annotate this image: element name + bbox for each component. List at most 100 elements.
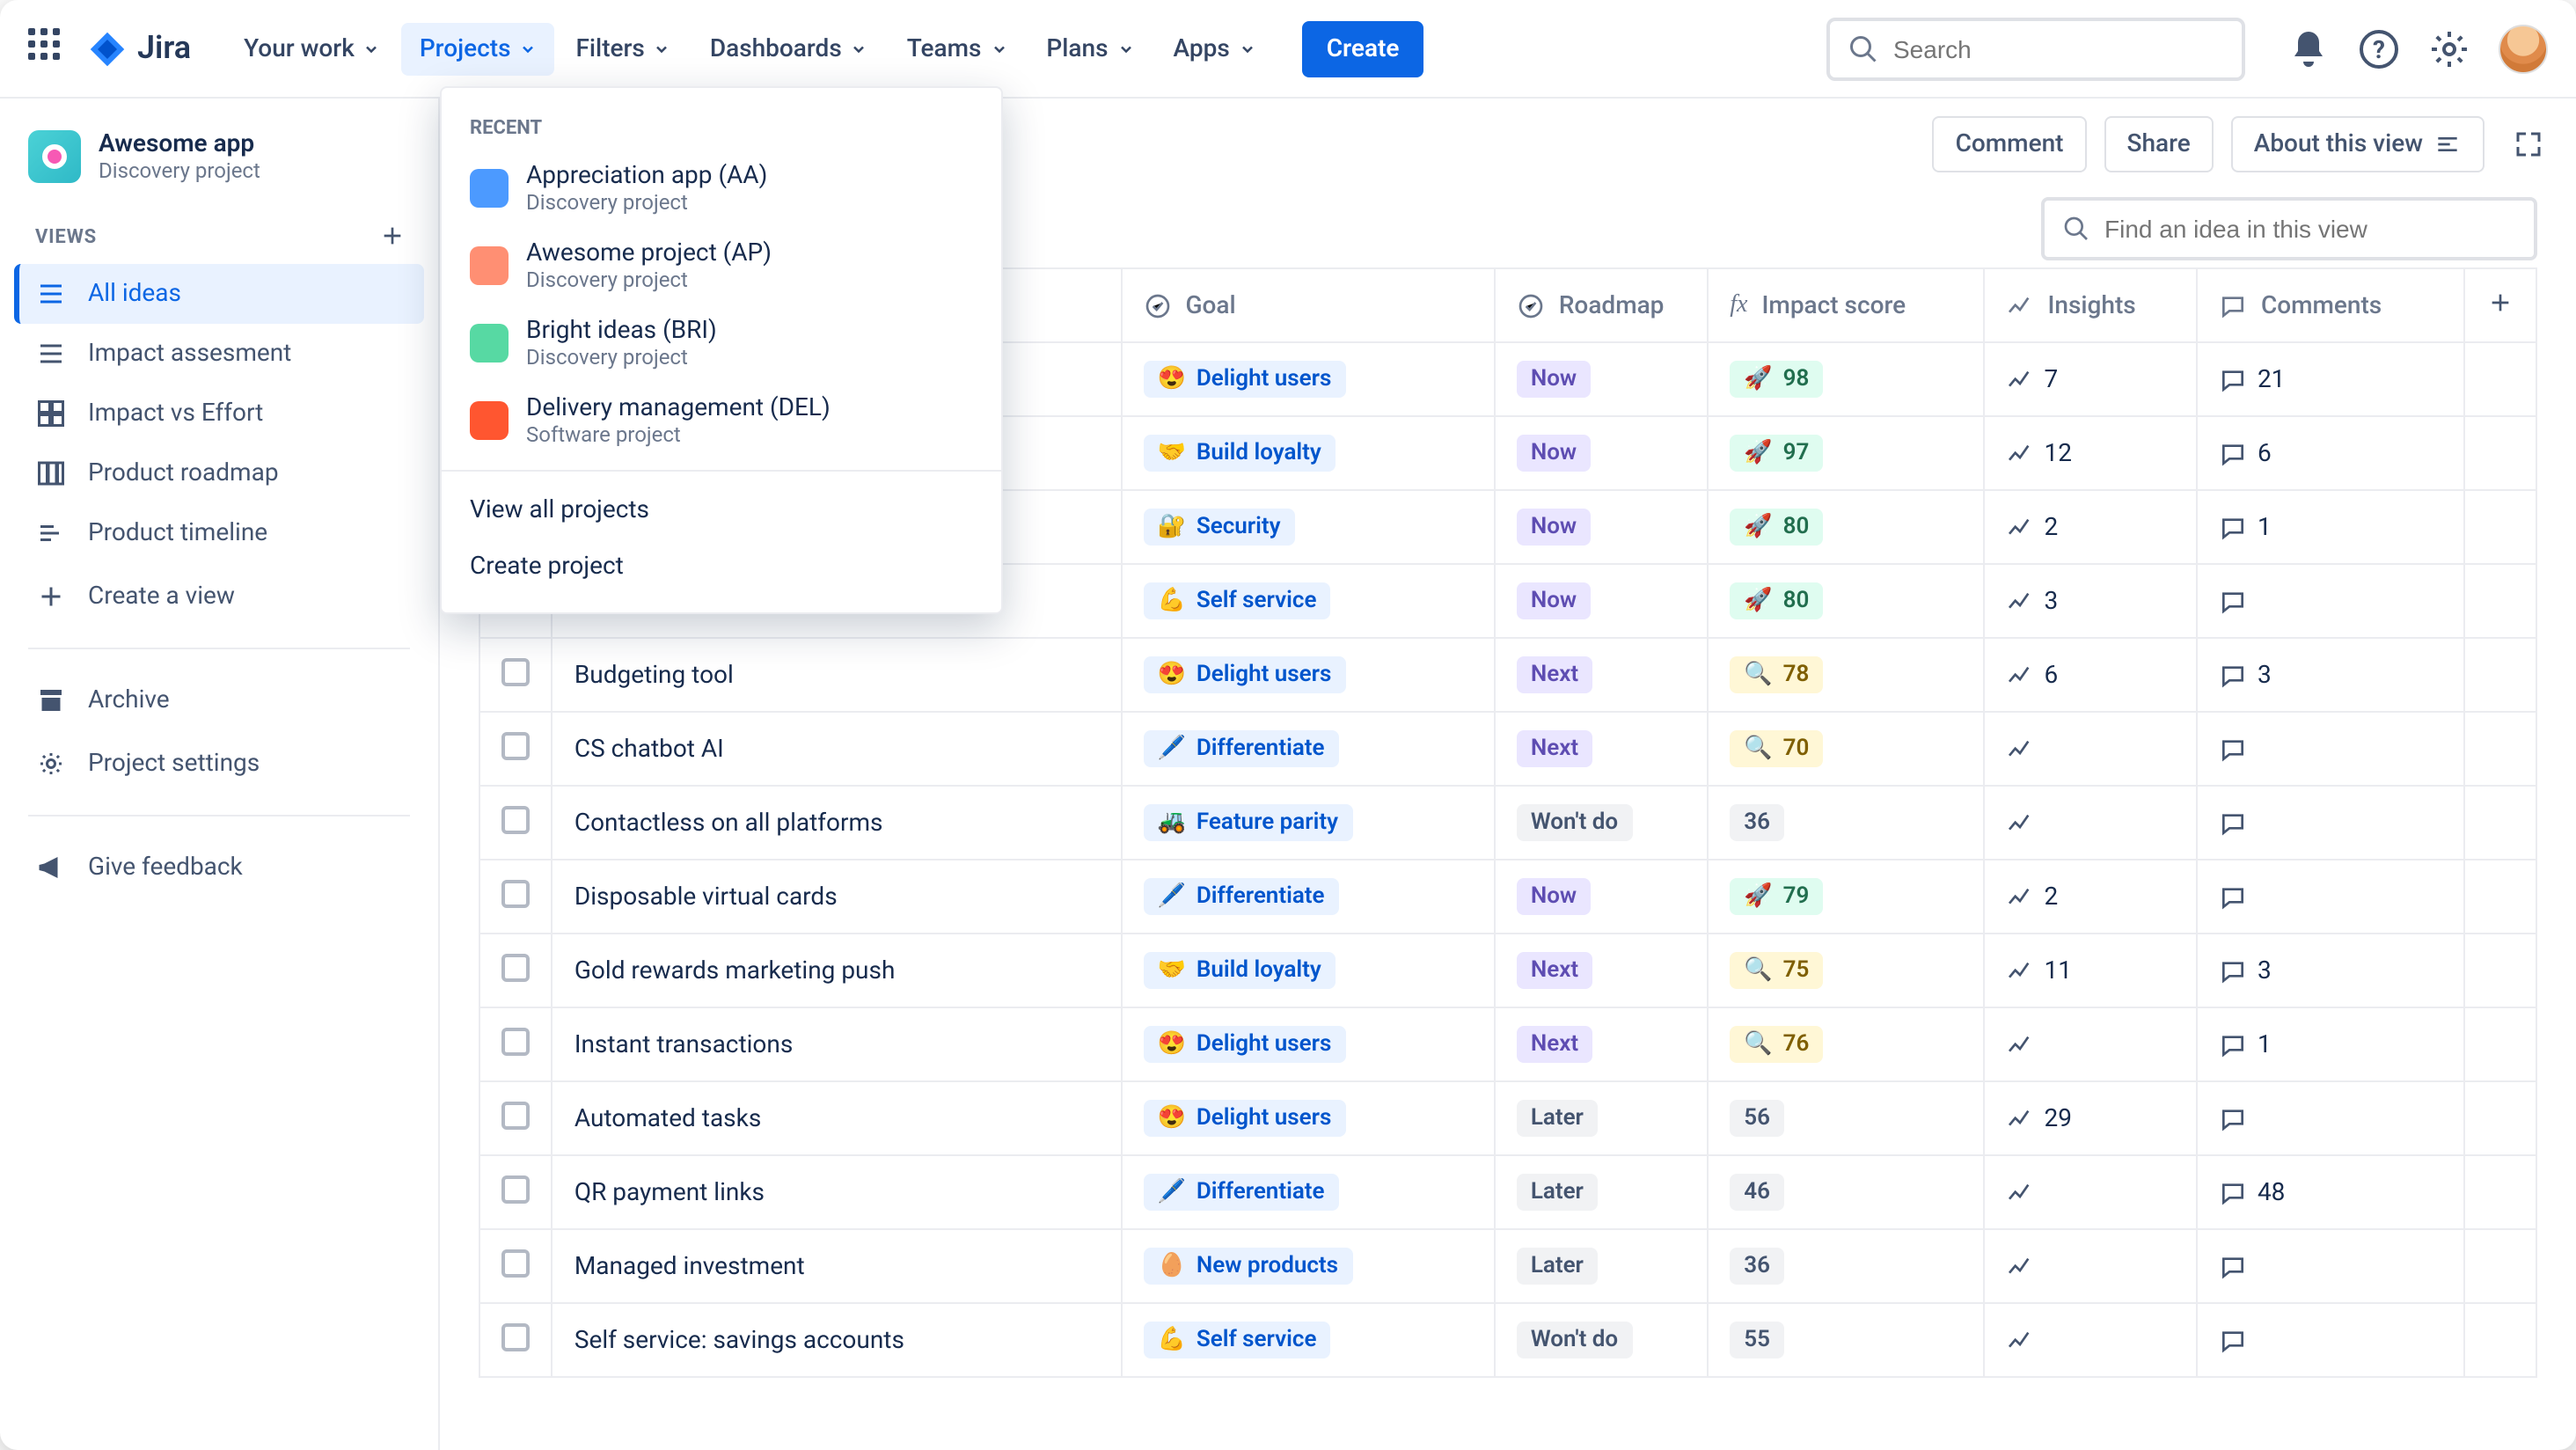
nav-dashboards[interactable]: Dashboards — [692, 22, 886, 75]
settings-icon[interactable] — [2428, 27, 2470, 70]
row-checkbox[interactable] — [501, 879, 530, 907]
sidebar-view-product-timeline[interactable]: Product timeline — [14, 503, 424, 563]
dropdown-project-item[interactable]: Bright ideas (BRI)Discovery project — [442, 304, 1001, 382]
roadmap-tag: Now — [1517, 509, 1591, 546]
impact-score: 🚀98 — [1730, 361, 1823, 398]
summary-text: CS chatbot AI — [574, 735, 724, 763]
row-checkbox[interactable] — [501, 1249, 530, 1277]
col-roadmap[interactable]: Roadmap — [1559, 291, 1665, 319]
create-button[interactable]: Create — [1302, 20, 1424, 77]
add-view-icon[interactable] — [378, 222, 406, 250]
add-column-icon[interactable] — [2486, 288, 2514, 316]
roadmap-tag: Now — [1517, 435, 1591, 472]
app-switcher-icon[interactable] — [28, 27, 70, 70]
col-insights[interactable]: Insights — [2047, 291, 2135, 319]
roadmap-tag: Next — [1517, 656, 1592, 693]
nav-projects[interactable]: Projects — [402, 22, 555, 75]
impact-score: 36 — [1730, 1248, 1784, 1285]
table-row[interactable]: Instant transactions😍Delight usersNext🔍7… — [479, 1007, 2536, 1081]
row-checkbox[interactable] — [501, 1175, 530, 1203]
nav-label: Teams — [907, 34, 982, 62]
expand-icon[interactable] — [2513, 128, 2544, 160]
find-input[interactable] — [2104, 215, 2516, 243]
comments-value: 1 — [2219, 513, 2441, 541]
table-row[interactable]: Automated tasks😍Delight usersLater5629 — [479, 1081, 2536, 1155]
sidebar-view-impact-vs-effort[interactable]: Impact vs Effort — [14, 384, 424, 443]
search-icon — [2062, 215, 2090, 243]
table-row[interactable]: Self service: savings accounts💪Self serv… — [479, 1303, 2536, 1377]
nav-apps[interactable]: Apps — [1156, 22, 1274, 75]
col-goal[interactable]: Goal — [1185, 291, 1235, 319]
nav-your-work[interactable]: Your work — [226, 22, 399, 75]
dropdown-project-item[interactable]: Delivery management (DEL)Software projec… — [442, 382, 1001, 459]
table-row[interactable]: Gold rewards marketing push🤝Build loyalt… — [479, 934, 2536, 1007]
table-row[interactable]: CS chatbot AI🖊️DifferentiateNext🔍70 — [479, 712, 2536, 786]
dropdown-item-subtitle: Software project — [526, 422, 831, 447]
table-row[interactable]: QR payment links🖊️DifferentiateLater4648 — [479, 1155, 2536, 1229]
sidebar-view-label: All ideas — [88, 280, 181, 308]
table-row[interactable]: Budgeting tool😍Delight usersNext🔍7863 — [479, 638, 2536, 712]
share-button[interactable]: Share — [2104, 116, 2214, 172]
dropdown-item-title: Awesome project (AP) — [526, 239, 772, 267]
sidebar-view-product-roadmap[interactable]: Product roadmap — [14, 443, 424, 503]
row-checkbox[interactable] — [501, 1101, 530, 1129]
table-row[interactable]: Contactless on all platforms🚜Feature par… — [479, 786, 2536, 860]
create-view-item[interactable]: Create a view — [14, 567, 424, 626]
notifications-icon[interactable] — [2287, 27, 2330, 70]
row-checkbox[interactable] — [501, 657, 530, 685]
insights-value: 2 — [2005, 513, 2174, 541]
search-input[interactable] — [1893, 34, 2224, 62]
nav-teams[interactable]: Teams — [889, 22, 1026, 75]
row-checkbox[interactable] — [501, 1322, 530, 1351]
goal-tag: 💪Self service — [1143, 1322, 1330, 1358]
archive-icon — [35, 685, 67, 716]
row-checkbox[interactable] — [501, 731, 530, 759]
goal-tag: 🤝Build loyalty — [1143, 952, 1335, 989]
give-feedback-label: Give feedback — [88, 853, 243, 882]
table-row[interactable]: Managed investment🥚New productsLater36 — [479, 1229, 2536, 1303]
view-icon — [35, 458, 67, 489]
help-icon[interactable]: ? — [2358, 27, 2400, 70]
comments-value — [2219, 882, 2441, 911]
comments-value — [2219, 1326, 2441, 1354]
nav-filters[interactable]: Filters — [559, 22, 689, 75]
insights-value: 12 — [2005, 439, 2174, 467]
nav-label: Projects — [420, 34, 511, 62]
roadmap-tag: Now — [1517, 361, 1591, 398]
insights-col-icon — [2005, 291, 2033, 319]
goal-tag: 🔐Security — [1143, 509, 1294, 546]
sidebar-view-all-ideas[interactable]: All ideas — [14, 264, 424, 324]
comments-value — [2219, 587, 2441, 615]
insights-value: 7 — [2005, 365, 2174, 393]
jira-logo[interactable]: Jira — [88, 29, 191, 68]
sidebar-view-impact-assesment[interactable]: Impact assesment — [14, 324, 424, 384]
jira-icon — [88, 29, 127, 68]
about-view-button[interactable]: About this view — [2231, 116, 2485, 172]
dropdown-project-item[interactable]: Appreciation app (AA)Discovery project — [442, 150, 1001, 227]
insights-value — [2005, 809, 2174, 837]
plus-icon — [35, 581, 67, 612]
roadmap-tag: Next — [1517, 952, 1592, 989]
table-row[interactable]: Disposable virtual cards🖊️DifferentiateN… — [479, 860, 2536, 934]
goal-tag: 🥚New products — [1143, 1248, 1352, 1285]
archive-item[interactable]: Archive — [14, 670, 424, 730]
row-checkbox[interactable] — [501, 953, 530, 981]
row-checkbox[interactable] — [501, 805, 530, 833]
col-comments[interactable]: Comments — [2261, 291, 2382, 319]
project-icon — [28, 130, 81, 183]
dropdown-item-subtitle: Discovery project — [526, 267, 772, 292]
row-checkbox[interactable] — [501, 1027, 530, 1055]
nav-plans[interactable]: Plans — [1028, 22, 1152, 75]
create-project-link[interactable]: Create project — [442, 538, 1001, 595]
project-settings-item[interactable]: Project settings — [14, 734, 424, 794]
global-search[interactable] — [1826, 17, 2245, 80]
dropdown-project-item[interactable]: Awesome project (AP)Discovery project — [442, 227, 1001, 304]
dropdown-item-title: Appreciation app (AA) — [526, 162, 767, 190]
col-impact[interactable]: Impact score — [1762, 291, 1906, 319]
give-feedback-item[interactable]: Give feedback — [14, 838, 424, 897]
svg-text:?: ? — [2373, 34, 2385, 63]
user-avatar[interactable] — [2499, 24, 2548, 73]
comment-button[interactable]: Comment — [1933, 116, 2087, 172]
find-in-view[interactable] — [2041, 197, 2537, 260]
view-all-projects-link[interactable]: View all projects — [442, 482, 1001, 538]
